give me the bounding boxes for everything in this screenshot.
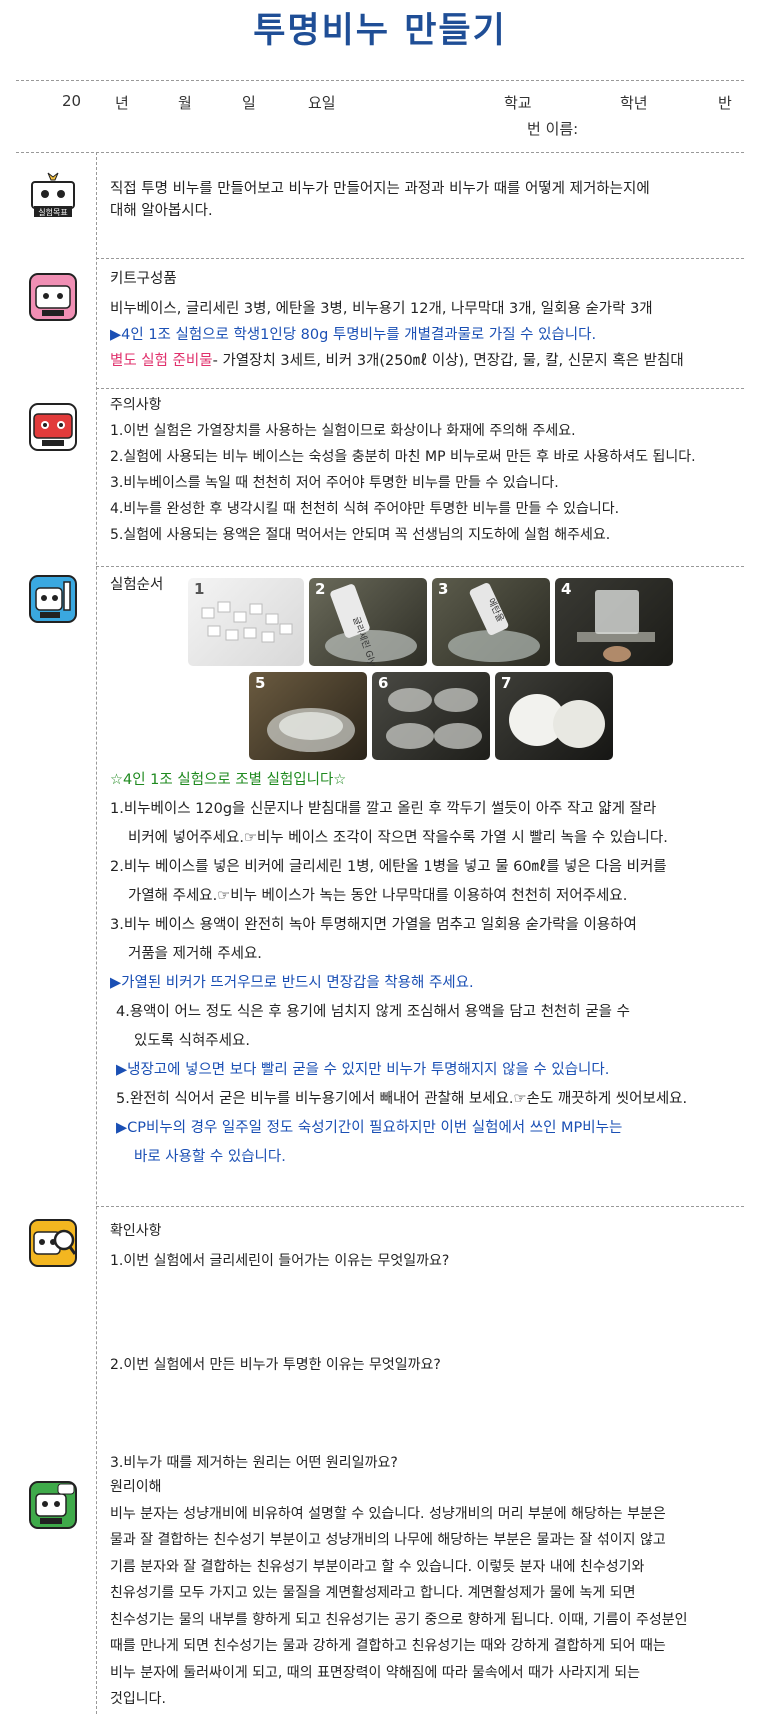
caution-icon [28, 402, 78, 452]
divider [96, 258, 744, 259]
caution-item: 1.이번 실험은 가열장치를 사용하는 실험이므로 화상이나 화재에 주의해 주… [110, 423, 576, 439]
kit-extra-text: - 가열장치 3세트, 비커 3개(250㎖ 이상), 면장갑, 물, 칼, 신… [212, 353, 684, 369]
year-unit: 년 [115, 94, 129, 112]
principle-line: 비누 분자는 성냥개비에 비유하여 설명할 수 있습니다. 성냥개비의 머리 부… [110, 1505, 666, 1522]
school-label: 학교 [504, 94, 532, 112]
grade-label: 학년 [620, 94, 648, 112]
weekday-label: 요일 [308, 94, 336, 112]
warning-line: ▶냉장고에 넣으면 보다 빨리 굳을 수 있지만 비누가 투명해지지 않을 수 … [116, 1062, 610, 1078]
principle-line: 물과 잘 결합하는 친수성기 부분이고 성냥개비의 나무에 해당하는 부분은 물… [110, 1532, 666, 1548]
divider [96, 1206, 744, 1207]
caution-item: 3.비누베이스를 녹일 때 천천히 저어 주어야 투명한 비누를 만들 수 있습… [110, 475, 559, 491]
year-label: 20 [62, 92, 82, 110]
svg-text:실험목표: 실험목표 [38, 207, 67, 217]
photo-number: 2 [315, 580, 326, 598]
caution-section: 주의사항 1.이번 실험은 가열장치를 사용하는 실험이므로 화상이나 화재에 … [110, 392, 696, 548]
principle-line: 기름 분자와 잘 결합하는 친유성기 부분이라고 할 수 있습니다. 이렇듯 분… [110, 1558, 645, 1575]
divider [16, 152, 744, 153]
photo-number: 3 [438, 580, 449, 598]
question: 2.이번 실험에서 만든 비누가 투명한 이유는 무엇일까요? [110, 1357, 441, 1373]
month-label: 월 [178, 94, 192, 112]
step-photo: 4 [555, 578, 673, 666]
warning-line: ▶가열된 비커가 뜨거우므로 반드시 면장갑을 착용해 주세요. [110, 975, 474, 991]
step-line: 거품을 제거해 주세요. [128, 946, 262, 962]
step-photo: 5 [249, 672, 367, 760]
check-icon [28, 1218, 78, 1268]
step-photo: 글리세린 Glycerin 2 [309, 578, 427, 666]
principle-icon [28, 1480, 78, 1530]
principle-line: 비누 분자에 둘러싸이게 되고, 때의 표면장력이 약해짐에 따라 물속에서 때… [110, 1664, 640, 1681]
step-line: 가열해 주세요.☞비누 베이스가 녹는 동안 나무막대를 이용하여 천천히 저어… [128, 888, 628, 904]
warning-line: ▶CP비누의 경우 일주일 정도 숙성기간이 필요하지만 이번 실험에서 쓰인 … [116, 1120, 623, 1136]
step-photo: 6 [372, 672, 490, 760]
name-label: 번 이름: [527, 120, 579, 138]
procedure-steps: ☆4인 1조 실험으로 조별 실험입니다☆ 1.비누베이스 120g을 신문지나… [110, 766, 687, 1172]
kit-heading: 키트구성품 [110, 271, 177, 287]
goal-icon: 실험목표 [28, 168, 78, 218]
vertical-divider [96, 152, 97, 1714]
principle-line: 때를 만나게 되면 친수성기는 물과 강하게 결합하고 친유성기는 때와 강하게… [110, 1638, 666, 1654]
goal-text-2: 대해 알아봅시다. [110, 203, 213, 219]
kit-note: ▶4인 1조 실험으로 학생1인당 80g 투명비누를 개별결과물로 가질 수 … [110, 327, 597, 343]
principle-heading: 원리이해 [110, 1479, 162, 1495]
warning-line: 바로 사용할 수 있습니다. [134, 1149, 286, 1165]
check-heading: 확인사항 [110, 1223, 162, 1239]
principle-section: 원리이해 비누 분자는 성냥개비에 비유하여 설명할 수 있습니다. 성냥개비의… [110, 1474, 688, 1713]
step-line: 4.용액이 어느 정도 식은 후 용기에 넘치지 않게 조심해서 용액을 담고 … [116, 1004, 630, 1020]
step-line: 5.완전히 식어서 굳은 비누를 비누용기에서 빼내어 관찰해 보세요.☞손도 … [116, 1091, 688, 1107]
photo-number: 6 [378, 674, 389, 692]
step-photo: 7 [495, 672, 613, 760]
page-title: 투명비누 만들기 [253, 11, 507, 51]
goal-section: 직접 투명 비누를 만들어보고 비누가 만들어지는 과정과 비누가 때를 어떻게… [110, 176, 650, 220]
photo-number: 5 [255, 674, 266, 692]
step-line: 있도록 식혀주세요. [134, 1033, 250, 1049]
divider [96, 388, 744, 389]
caution-item: 4.비누를 완성한 후 냉각시킬 때 천천히 식혀 주어야만 투명한 비누를 만… [110, 501, 620, 517]
divider [96, 566, 744, 567]
caution-item: 5.실험에 사용되는 용액은 절대 먹어서는 안되며 꼭 선생님의 지도하에 실… [110, 527, 611, 543]
caution-heading: 주의사항 [110, 397, 162, 413]
day-label: 일 [242, 94, 256, 112]
kit-extra-label: 별도 실험 준비물 [110, 353, 213, 369]
kit-section: 키트구성품 비누베이스, 글리세린 3병, 에탄올 3병, 비누용기 12개, … [110, 266, 684, 374]
step-photo: 에탄올 3 [432, 578, 550, 666]
photo-number: 1 [194, 580, 205, 598]
photo-number: 4 [561, 580, 572, 598]
class-label: 반 [718, 94, 732, 112]
caution-item: 2.실험에 사용되는 비누 베이스는 숙성을 충분히 마친 MP 비누로써 만든… [110, 449, 696, 465]
question: 3.비누가 때를 제거하는 원리는 어떤 원리일까요? [110, 1455, 398, 1471]
procedure-icon [28, 574, 78, 624]
kit-items: 비누베이스, 글리세린 3병, 에탄올 3병, 비누용기 12개, 나무막대 3… [110, 301, 653, 317]
step-line: 1.비누베이스 120g을 신문지나 받침대를 깔고 올린 후 깍두기 썰듯이 … [110, 801, 657, 817]
step-line: 2.비누 베이스를 넣은 비커에 글리세린 1병, 에탄올 1병을 넣고 물 6… [110, 859, 667, 875]
principle-line: 것입니다. [110, 1691, 166, 1707]
step-line: 3.비누 베이스 용액이 완전히 녹아 투명해지면 가열을 멈추고 일회용 숟가… [110, 917, 637, 933]
kit-icon [28, 272, 78, 322]
group-note: ☆4인 1조 실험으로 조별 실험입니다☆ [110, 772, 347, 788]
principle-line: 친수성기는 물의 내부를 향하게 되고 친유성기는 공기 중으로 향하게 됩니다… [110, 1611, 688, 1628]
goal-text: 직접 투명 비누를 만들어보고 비누가 만들어지는 과정과 비누가 때를 어떻게… [110, 181, 650, 197]
check-section: 확인사항 1.이번 실험에서 글리세린이 들어가는 이유는 무엇일까요? [110, 1218, 449, 1274]
kit-extra: 별도 실험 준비물- 가열장치 3세트, 비커 3개(250㎖ 이상), 면장갑… [110, 348, 684, 374]
step-line: 비커에 넣어주세요.☞비누 베이스 조각이 작으면 작을수록 가열 시 빨리 녹… [128, 830, 668, 846]
question: 1.이번 실험에서 글리세린이 들어가는 이유는 무엇일까요? [110, 1253, 450, 1269]
principle-line: 친유성기를 모두 가지고 있는 물질을 계면활성제라고 합니다. 계면활성제가 … [110, 1585, 636, 1601]
step-photo: 1 [188, 578, 304, 666]
photo-number: 7 [501, 674, 512, 692]
divider [16, 80, 744, 81]
procedure-heading: 실험순서 [110, 577, 164, 593]
